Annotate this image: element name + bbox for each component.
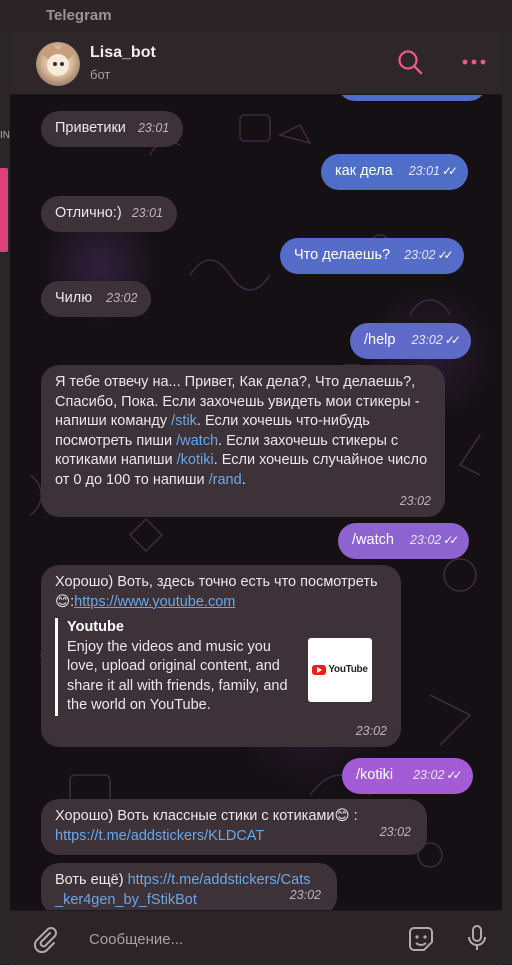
message-composer: Сообщение...	[10, 910, 502, 965]
message-bubble-out[interactable]: /kotiki 23:02 ✓✓	[342, 758, 473, 794]
bot-command-link[interactable]: /rand	[209, 472, 242, 488]
chat-header: Lisa_bot бот	[10, 30, 502, 95]
bot-command-link[interactable]: /watch	[176, 433, 218, 449]
microphone-icon[interactable]	[462, 923, 492, 953]
bot-command-link[interactable]: /kotiki	[177, 452, 214, 468]
message-bubble-out[interactable]: /watch 23:02 ✓✓	[338, 523, 470, 559]
previous-message-bubble-edge	[337, 95, 487, 101]
message-text: /kotiki	[356, 767, 394, 783]
message-text: Я тебе отвечу на... Привет, Как дела?, Ч…	[55, 374, 428, 488]
message-time: 23:02	[409, 533, 442, 547]
message-time: 23:01	[137, 121, 170, 135]
youtube-logo-text: YouTube	[328, 664, 368, 676]
read-checkmarks-icon: ✓✓	[441, 164, 458, 178]
bot-command-link[interactable]: /stik	[171, 413, 197, 429]
url-link[interactable]: https://www.youtube.com	[74, 594, 235, 610]
message-time: 23:02	[404, 248, 436, 262]
message-text: Чилю	[55, 290, 93, 306]
chat-list-edge[interactable]: IN	[0, 30, 10, 964]
read-checkmarks-icon: ✓✓	[444, 333, 461, 347]
smile-emoji-icon: 😊	[334, 808, 350, 824]
message-time: 23:02	[399, 493, 431, 508]
message-text: /help	[364, 332, 396, 348]
right-edge	[502, 30, 512, 964]
smile-emoji-icon: 😊	[55, 593, 71, 610]
chat-title[interactable]: Lisa_bot	[90, 44, 156, 62]
active-chat-indicator	[0, 168, 8, 252]
message-bubble-in[interactable]: Хорошо) Воть, здесь точно есть что посмо…	[41, 565, 401, 747]
message-bubble-out[interactable]: /help 23:02 ✓✓	[350, 323, 471, 359]
message-time: 23:02	[355, 723, 387, 738]
link-preview[interactable]: Youtube Enjoy the videos and music you l…	[55, 618, 387, 716]
avatar[interactable]	[36, 42, 80, 86]
message-text: /watch	[352, 532, 394, 548]
message-text: Отлично:)	[55, 205, 122, 221]
youtube-play-icon	[312, 665, 327, 675]
more-icon[interactable]	[460, 48, 488, 76]
message-time: 23:02	[411, 333, 443, 347]
message-bubble-in[interactable]: Отлично:) 23:01	[41, 196, 177, 232]
message-time: 23:01	[408, 164, 440, 178]
search-icon[interactable]	[396, 48, 424, 76]
message-bubble-in[interactable]: Воть ещё) https://t.me/addstickers/Cats_…	[41, 863, 337, 910]
paperclip-icon[interactable]	[30, 924, 60, 954]
message-bubble-in[interactable]: Чилю 23:02	[41, 281, 152, 317]
message-bubble-out[interactable]: Что делаешь? 23:02 ✓✓	[280, 238, 464, 274]
chat-list-partial-label: IN	[0, 130, 10, 141]
message-time: 23:02	[379, 824, 411, 839]
window-titlebar: Telegram	[0, 0, 512, 30]
chat-status: бот	[90, 67, 111, 82]
preview-description: Enjoy the videos and music you love, upl…	[67, 638, 288, 714]
message-text: Хорошо) Воть, здесь точно есть что посмо…	[55, 574, 378, 610]
message-text: Приветики	[55, 120, 126, 136]
message-time: 23:02	[289, 887, 321, 902]
message-bubble-in[interactable]: Приветики 23:01	[41, 111, 184, 147]
read-checkmarks-icon: ✓✓	[443, 533, 459, 547]
preview-title: Youtube	[67, 619, 124, 635]
message-text: Что делаешь?	[294, 247, 391, 263]
messages-area[interactable]: Приветики 23:01 как дела 23:01 ✓✓ Отлично…	[10, 95, 502, 910]
message-bubble-out[interactable]: как дела 23:01 ✓✓	[321, 154, 469, 190]
url-link[interactable]: https://t.me/addstickers/KLDCAT	[55, 828, 264, 844]
message-bubble-in[interactable]: Я тебе отвечу на... Привет, Как дела?, Ч…	[41, 365, 445, 517]
app-title: Telegram	[46, 6, 112, 24]
read-checkmarks-icon: ✓✓	[437, 248, 453, 262]
message-bubble-in[interactable]: Хорошо) Воть классные стики с котиками😊 …	[41, 799, 427, 855]
read-checkmarks-icon: ✓✓	[446, 768, 462, 782]
message-time: 23:02	[413, 768, 445, 782]
message-text: Воть ещё) https://t.me/addstickers/Cats_…	[55, 872, 311, 908]
sticker-icon[interactable]	[406, 924, 436, 954]
message-text: как дела	[335, 163, 393, 179]
message-input[interactable]: Сообщение...	[89, 931, 183, 948]
message-time: 23:02	[106, 291, 138, 305]
message-time: 23:01	[131, 206, 163, 220]
youtube-logo-thumbnail: YouTube	[308, 638, 372, 702]
message-text: Хорошо) Воть классные стики с котиками😊 …	[55, 808, 358, 844]
